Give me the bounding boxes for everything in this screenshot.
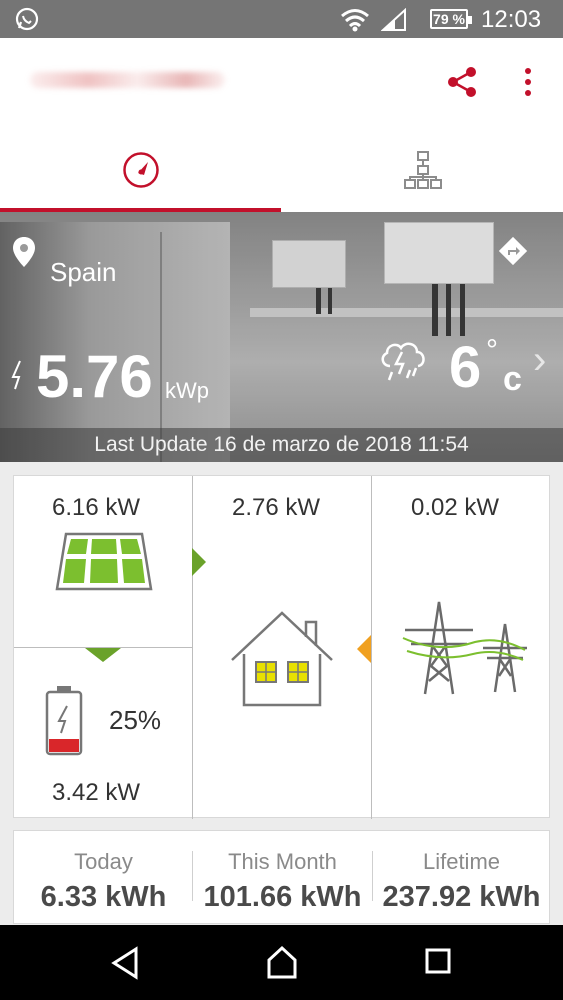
divider (371, 476, 372, 819)
back-icon[interactable] (110, 945, 140, 981)
energy-today: Today 6.33 kWh (14, 831, 193, 923)
divider (192, 476, 193, 819)
energy-lifetime: Lifetime 237.92 kWh (372, 831, 549, 923)
pv-power-value: 6.16 kW (52, 494, 141, 521)
directions-icon[interactable] (498, 236, 528, 266)
power-flow-card: 6.16 kW 25% 3.42 kW 2.76 kW 0.02 kW (13, 475, 550, 819)
lifetime-label: Lifetime (422, 849, 501, 874)
lifetime-value: 237.92 kWh (382, 881, 541, 913)
solar-panel-icon[interactable] (54, 532, 154, 592)
battery-icon[interactable] (44, 684, 84, 756)
site-image-banner: Spain 5.76 kWp 6 ° c › Last Update 16 de… (0, 212, 563, 462)
clock: 12:03 (481, 6, 542, 33)
tab-bar (0, 124, 563, 212)
battery-power-value: 3.42 kW (52, 779, 141, 806)
house-icon[interactable] (230, 610, 334, 708)
flow-arrow-grid-to-house (357, 635, 371, 663)
thunderstorm-rain-icon (381, 342, 425, 381)
peak-power-unit: kWp (165, 378, 209, 403)
location-pin-icon (13, 237, 35, 267)
battery-icon: 79 % (430, 9, 472, 29)
blurred-site-title (30, 72, 225, 88)
site-location: Spain (50, 257, 117, 287)
bolt-icon (11, 360, 21, 390)
flow-arrow-pv-to-house (192, 548, 206, 576)
last-update-text: Last Update 16 de marzo de 2018 11:54 (0, 428, 563, 462)
next-arrow-icon[interactable]: › (533, 338, 546, 383)
recents-icon[interactable] (424, 947, 452, 977)
month-value: 101.66 kWh (203, 881, 362, 913)
whatsapp-icon (15, 7, 39, 31)
tab-layout[interactable] (282, 124, 563, 212)
layout-hierarchy-icon (404, 151, 442, 189)
today-label: Today (74, 849, 133, 874)
share-icon[interactable] (444, 64, 480, 100)
temperature-value: 6 (449, 335, 482, 400)
more-vert-icon[interactable] (518, 64, 538, 100)
energy-month: This Month 101.66 kWh (193, 831, 372, 923)
today-value: 6.33 kWh (40, 881, 167, 913)
temperature-degree: ° (486, 334, 498, 367)
month-label: This Month (228, 849, 337, 874)
app-bar (0, 38, 563, 124)
dashboard-gauge-icon (123, 152, 159, 188)
consumption-value: 2.76 kW (232, 494, 321, 521)
flow-arrow-pv-to-battery (85, 648, 121, 662)
peak-power-value: 5.76 (36, 343, 153, 410)
wifi-icon (341, 9, 369, 32)
home-icon[interactable] (265, 945, 299, 981)
grid-power-value: 0.02 kW (411, 494, 500, 521)
power-grid-tower-icon[interactable] (397, 596, 527, 696)
temperature-unit: c (503, 360, 522, 398)
system-nav-bar (0, 925, 563, 1000)
tab-dashboard[interactable] (0, 124, 281, 212)
signal-icon (381, 8, 406, 31)
status-bar: 79 % 12:03 (0, 0, 563, 38)
battery-level-value: 25% (109, 705, 162, 735)
energy-summary-card: Today 6.33 kWh This Month 101.66 kWh Lif… (13, 830, 550, 924)
